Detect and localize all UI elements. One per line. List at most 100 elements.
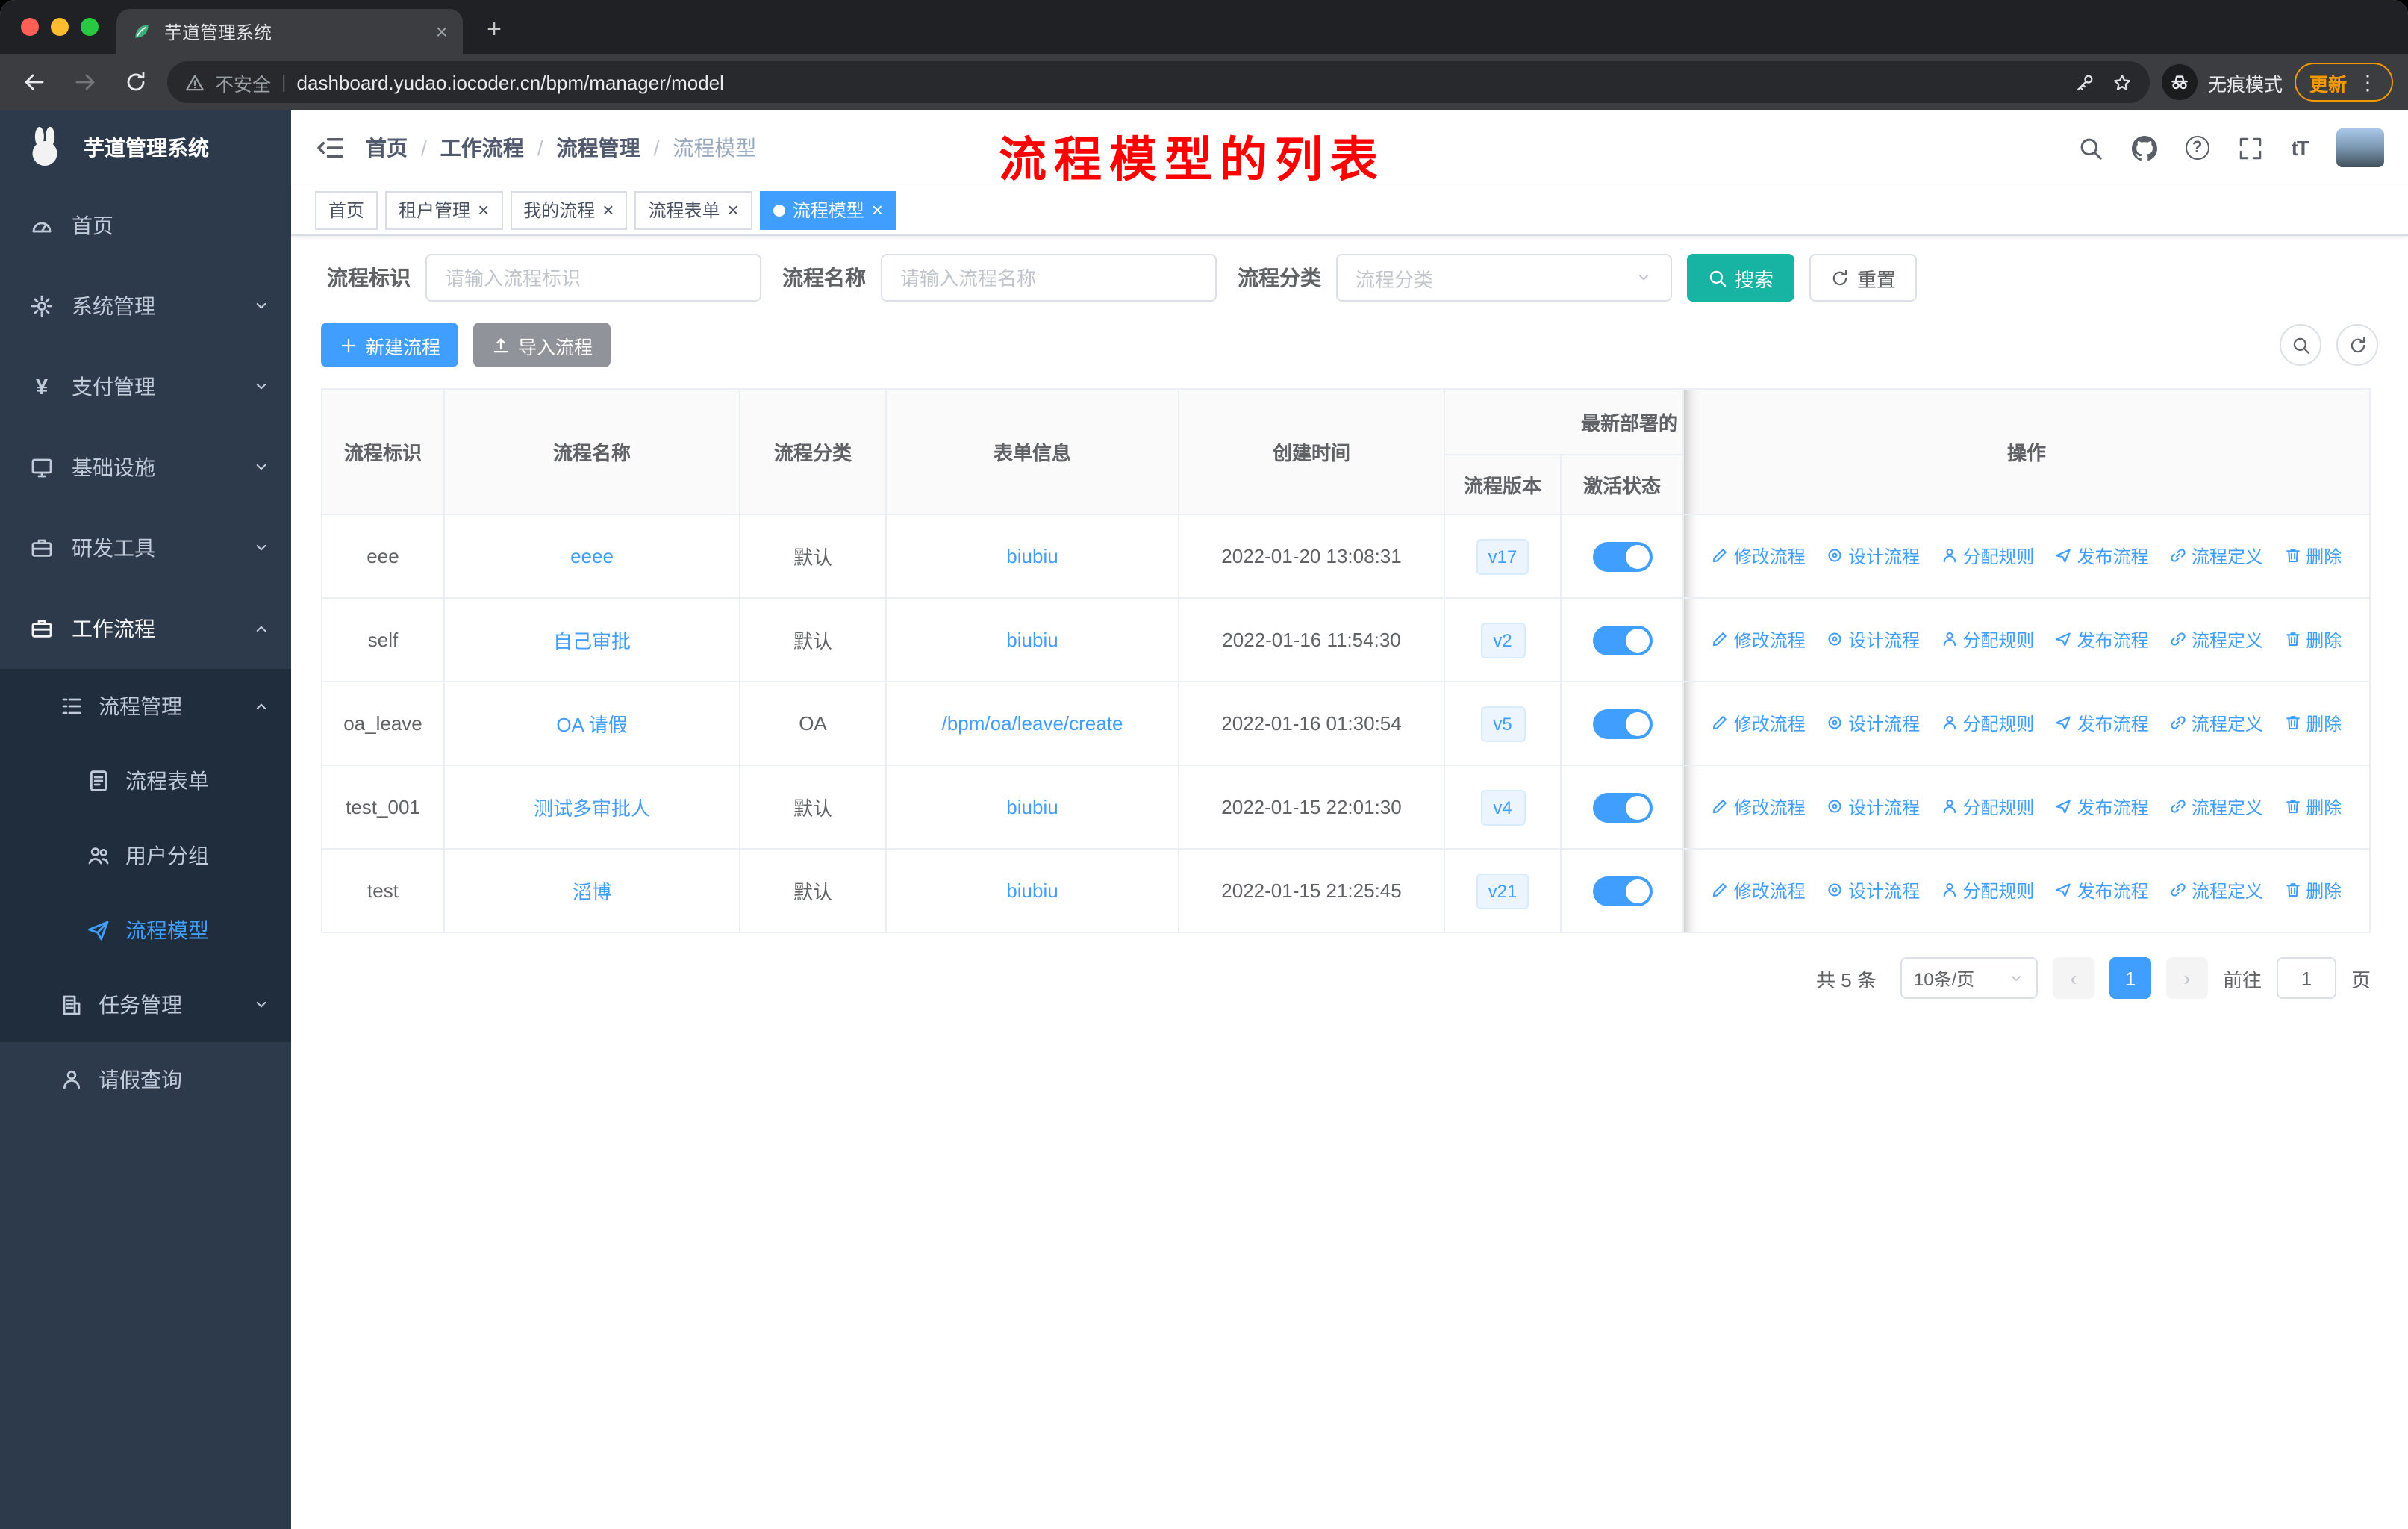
browser-update-button[interactable]: 更新 ⋮ [2294,63,2393,102]
form-info-link[interactable]: biubiu [1006,796,1058,818]
version-badge[interactable]: v2 [1480,622,1525,658]
prev-page-button[interactable]: ‹ [2052,957,2094,999]
sidebar-fold-icon[interactable] [315,133,345,163]
page-size-select[interactable]: 10条/页 [1900,957,2038,999]
version-badge[interactable]: v17 [1476,538,1529,574]
process-name-link[interactable]: OA 请假 [556,714,627,736]
action-assign-rule-link[interactable]: 分配规则 [1940,544,2034,569]
category-select[interactable]: 流程分类 [1336,254,1672,302]
tab-close-icon[interactable]: × [436,19,448,43]
form-info-link[interactable]: biubiu [1006,545,1058,567]
new-tab-button[interactable]: + [475,10,514,49]
sidebar-item-infrastructure[interactable]: 基础设施 [0,427,291,508]
forward-button[interactable] [66,63,105,102]
view-tag[interactable]: 流程模型 × [759,190,896,229]
action-design-link[interactable]: 设计流程 [1826,878,1920,903]
view-tag[interactable]: 首页 [315,190,378,229]
action-definition-link[interactable]: 流程定义 [2169,627,2263,653]
form-info-link[interactable]: biubiu [1006,629,1058,651]
action-publish-link[interactable]: 发布流程 [2055,794,2149,820]
font-size-icon[interactable]: tT [2292,136,2309,160]
reload-button[interactable] [116,63,155,102]
sidebar-item-process-form[interactable]: 流程表单 [0,744,291,818]
status-toggle[interactable] [1592,792,1652,822]
action-design-link[interactable]: 设计流程 [1826,794,1920,820]
process-name-input[interactable] [881,254,1217,302]
action-definition-link[interactable]: 流程定义 [2169,794,2263,820]
process-name-link[interactable]: 滔博 [573,881,611,903]
action-publish-link[interactable]: 发布流程 [2055,711,2149,736]
status-toggle[interactable] [1592,541,1652,571]
action-definition-link[interactable]: 流程定义 [2169,711,2263,736]
action-delete-link[interactable]: 删除 [2283,544,2342,569]
create-process-button[interactable]: 新建流程 [321,323,459,367]
process-name-link[interactable]: 自己审批 [553,630,631,653]
version-badge[interactable]: v5 [1480,706,1525,741]
reset-button[interactable]: 重置 [1809,254,1918,302]
process-name-link[interactable]: eeee [570,545,614,567]
status-toggle[interactable] [1592,625,1652,655]
tag-close-icon[interactable]: × [602,200,614,219]
status-toggle[interactable] [1592,876,1652,906]
sidebar-item-user-group[interactable]: 用户分组 [0,818,291,893]
user-avatar[interactable] [2336,128,2384,167]
action-assign-rule-link[interactable]: 分配规则 [1940,878,2034,903]
action-modify-link[interactable]: 修改流程 [1712,711,1806,736]
tag-close-icon[interactable]: × [478,200,489,219]
status-toggle[interactable] [1592,709,1652,738]
sidebar-item-process-mgmt[interactable]: 流程管理 [0,669,291,744]
back-button[interactable] [15,63,54,102]
view-tag[interactable]: 流程表单 × [634,190,752,229]
action-delete-link[interactable]: 删除 [2283,794,2342,820]
page-number-1[interactable]: 1 [2109,957,2151,999]
bookmark-star-icon[interactable] [2112,72,2132,92]
search-button[interactable]: 搜索 [1687,254,1795,302]
sidebar-item-task-mgmt[interactable]: 任务管理 [0,968,291,1042]
action-publish-link[interactable]: 发布流程 [2055,627,2149,653]
action-definition-link[interactable]: 流程定义 [2169,878,2263,903]
browser-menu-icon[interactable]: ⋮ [2357,69,2378,95]
process-name-link[interactable]: 测试多审批人 [534,797,650,820]
tag-close-icon[interactable]: × [872,200,883,219]
sidebar-item-leave-query[interactable]: 请假查询 [0,1042,291,1117]
app-logo[interactable]: 芋道管理系统 [0,110,291,185]
action-definition-link[interactable]: 流程定义 [2169,544,2263,569]
sidebar-item-dev-tools[interactable]: 研发工具 [0,508,291,588]
tag-close-icon[interactable]: × [728,200,739,219]
action-delete-link[interactable]: 删除 [2283,627,2342,653]
sidebar-item-workflow[interactable]: 工作流程 [0,588,291,669]
breadcrumb-home[interactable]: 首页 [366,133,408,163]
zoom-window-button[interactable] [81,18,99,36]
password-key-icon[interactable] [2075,72,2094,92]
sidebar-item-system-mgmt[interactable]: 系统管理 [0,266,291,346]
action-assign-rule-link[interactable]: 分配规则 [1940,711,2034,736]
import-process-button[interactable]: 导入流程 [473,323,611,367]
action-modify-link[interactable]: 修改流程 [1712,878,1806,903]
refresh-table-button[interactable] [2336,324,2378,366]
minimize-window-button[interactable] [51,18,69,36]
help-icon[interactable]: ? [2185,136,2209,160]
fullscreen-icon[interactable] [2238,135,2263,161]
action-assign-rule-link[interactable]: 分配规则 [1940,627,2034,653]
view-tag[interactable]: 我的流程 × [510,190,628,229]
action-design-link[interactable]: 设计流程 [1826,627,1920,653]
close-window-button[interactable] [21,18,39,36]
action-publish-link[interactable]: 发布流程 [2055,544,2149,569]
action-design-link[interactable]: 设计流程 [1826,711,1920,736]
view-tag[interactable]: 租户管理 × [385,190,503,229]
version-badge[interactable]: v21 [1476,873,1529,909]
toggle-search-button[interactable] [2280,324,2321,366]
action-assign-rule-link[interactable]: 分配规则 [1940,794,2034,820]
form-info-link[interactable]: biubiu [1006,879,1058,902]
github-icon[interactable] [2132,135,2157,161]
header-search-icon[interactable] [2078,135,2103,161]
action-modify-link[interactable]: 修改流程 [1712,794,1806,820]
address-bar[interactable]: 不安全 | dashboard.yudao.iocoder.cn/bpm/man… [167,61,2150,103]
form-info-link[interactable]: /bpm/oa/leave/create [942,712,1123,735]
action-modify-link[interactable]: 修改流程 [1712,544,1806,569]
browser-tab[interactable]: 芋道管理系统 × [116,9,463,54]
sidebar-item-home[interactable]: 首页 [0,185,291,266]
version-badge[interactable]: v4 [1480,789,1525,825]
sidebar-item-payment-mgmt[interactable]: ¥ 支付管理 [0,346,291,427]
goto-page-input[interactable] [2276,957,2336,999]
